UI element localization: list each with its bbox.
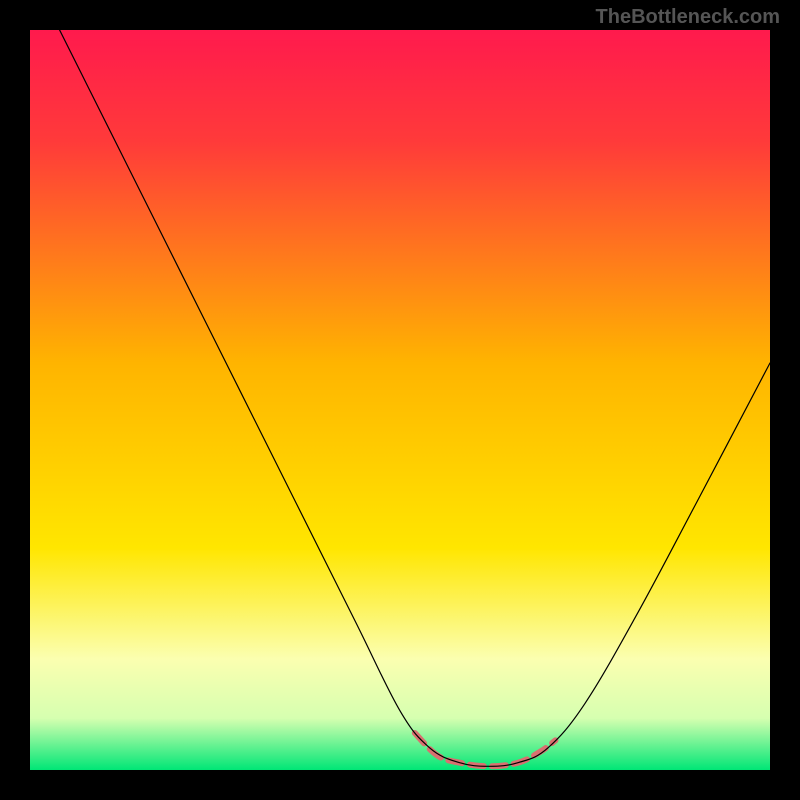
chart-plot (30, 30, 770, 770)
gradient-background (30, 30, 770, 770)
chart-svg (30, 30, 770, 770)
watermark-text: TheBottleneck.com (596, 6, 780, 29)
